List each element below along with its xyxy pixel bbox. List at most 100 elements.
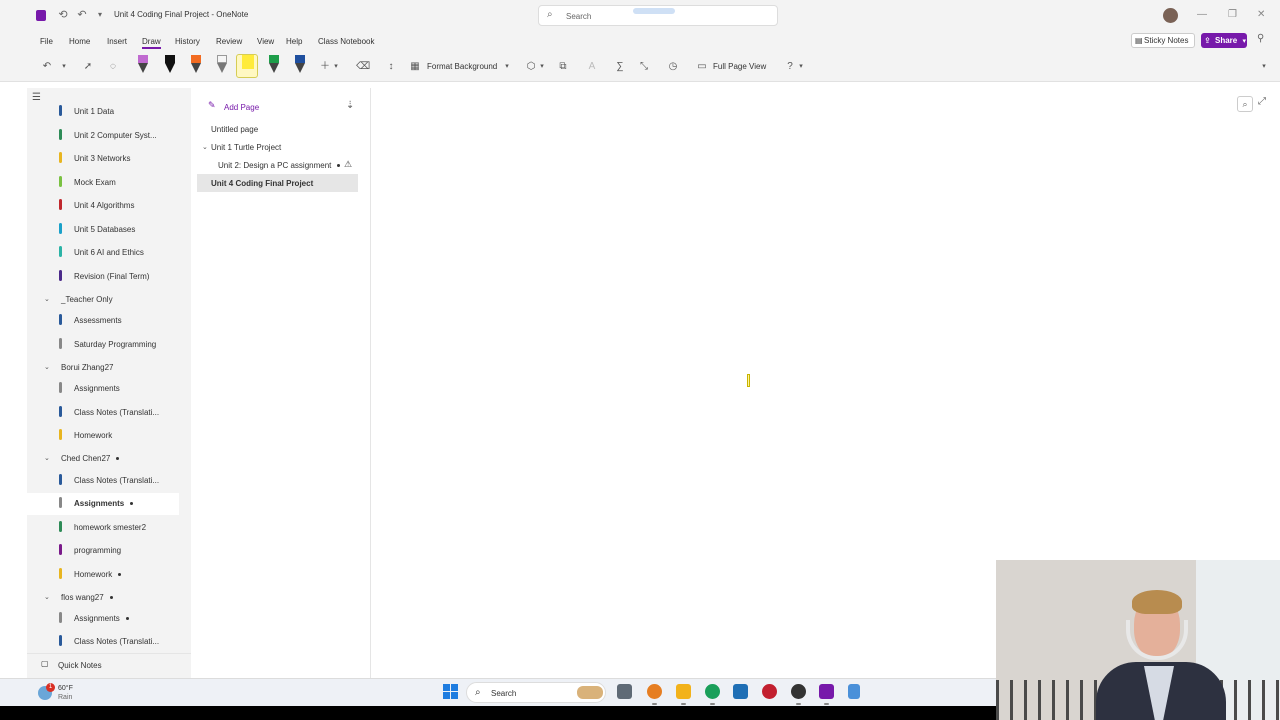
back-icon[interactable]: ⟲ xyxy=(56,8,70,22)
taskbar-search[interactable]: ⌕ Search xyxy=(466,682,606,703)
pen-orange-icon[interactable] xyxy=(191,55,201,77)
onenote-taskbar-icon[interactable] xyxy=(819,684,834,705)
ink-replay-icon[interactable]: ◷ xyxy=(666,58,680,76)
shapes-icon[interactable]: ⬡ xyxy=(524,58,538,76)
task-view-icon[interactable] xyxy=(617,684,632,699)
section-assignments[interactable]: Assignments xyxy=(27,378,179,400)
highlighter-yellow-icon[interactable] xyxy=(236,54,258,78)
section-mock-exam[interactable]: Mock Exam xyxy=(27,172,179,194)
chrome-icon[interactable] xyxy=(791,684,806,705)
menu-class-notebook[interactable]: Class Notebook xyxy=(318,37,374,46)
quick-notes[interactable]: ▢ Quick Notes xyxy=(27,653,191,673)
menu-draw[interactable]: Draw xyxy=(142,37,161,49)
menu-history[interactable]: History xyxy=(175,37,200,46)
full-page-view-icon[interactable]: ▭ xyxy=(695,58,709,76)
menu-home[interactable]: Home xyxy=(69,37,90,46)
shapes-dropdown-icon[interactable]: ▾ xyxy=(538,58,546,76)
section-programming[interactable]: programming xyxy=(27,540,179,562)
close-icon[interactable]: ✕ xyxy=(1257,9,1265,20)
lasso-select-icon[interactable]: ◌ xyxy=(106,58,120,76)
presenter-hair xyxy=(1132,590,1182,614)
section-homework[interactable]: Homework xyxy=(27,564,179,586)
search-box[interactable]: ⌕ Search xyxy=(538,5,778,26)
section-group-teacher-only[interactable]: ⌄ _Teacher Only xyxy=(27,289,177,309)
select-cursor-icon[interactable]: ➚ xyxy=(81,58,95,76)
undo-icon[interactable]: ↶ xyxy=(75,8,89,22)
section-group-flos-wang27[interactable]: ⌄ flos wang27 xyxy=(27,587,177,607)
section-class-notes-translation[interactable]: Class Notes (Translati... xyxy=(27,402,179,424)
page-unit-1-turtle-project[interactable]: ⌄ Unit 1 Turtle Project xyxy=(197,138,358,156)
copilot-icon[interactable] xyxy=(647,684,662,705)
zoom-search-icon[interactable]: ⌕ xyxy=(1237,96,1253,112)
ribbon-collapse-icon[interactable]: ▾ xyxy=(1259,58,1269,76)
insert-space-icon[interactable]: ↕ xyxy=(384,58,398,76)
undo-dropdown-icon[interactable]: ▾ xyxy=(60,58,68,76)
section-unit-4-algorithms[interactable]: Unit 4 Algorithms xyxy=(27,195,179,217)
menu-view[interactable]: View xyxy=(257,37,274,46)
account-avatar[interactable] xyxy=(1163,8,1178,23)
undo-icon[interactable]: ↶ xyxy=(40,58,54,76)
section-unit-6-ai-and-ethics[interactable]: Unit 6 AI and Ethics xyxy=(27,242,179,264)
app-blue-icon[interactable] xyxy=(848,684,860,699)
format-background-icon[interactable]: ▦ xyxy=(408,58,422,76)
full-page-view-label[interactable]: Full Page View xyxy=(713,62,766,71)
sort-pages-icon[interactable]: ⇣ xyxy=(346,100,354,111)
menu-help[interactable]: Help xyxy=(286,37,302,46)
section-group-borui-zhang27[interactable]: ⌄ Borui Zhang27 xyxy=(27,357,177,377)
page-unit-4-coding-final-project[interactable]: Unit 4 Coding Final Project xyxy=(197,174,358,192)
format-background-dropdown-icon[interactable]: ▾ xyxy=(503,58,511,76)
pen-pink-icon[interactable] xyxy=(138,55,148,77)
section-class-notes-translation[interactable]: Class Notes (Translati... xyxy=(27,631,179,653)
menu-insert[interactable]: Insert xyxy=(107,37,127,46)
section-assessments[interactable]: Assessments xyxy=(27,310,179,332)
pen-white-cap xyxy=(217,55,227,63)
quick-access-dropdown-icon[interactable]: ▾ xyxy=(93,8,107,22)
start-tile xyxy=(451,692,458,699)
pen-green-icon[interactable] xyxy=(269,55,279,77)
pen-orange-tip xyxy=(191,63,201,73)
pen-white-icon[interactable] xyxy=(217,55,227,77)
menu-review[interactable]: Review xyxy=(216,37,242,46)
expand-icon[interactable]: ⤢ xyxy=(1258,96,1266,107)
pin-ribbon-icon[interactable]: ⚲ xyxy=(1257,33,1264,44)
section-unit-3-networks[interactable]: Unit 3 Networks xyxy=(27,148,179,170)
pen-black-icon[interactable] xyxy=(165,55,175,77)
sticky-notes-button[interactable]: ▤ Sticky Notes xyxy=(1131,33,1195,48)
minimize-icon[interactable]: — xyxy=(1197,9,1207,20)
page-untitled[interactable]: Untitled page xyxy=(197,120,358,138)
add-pen-icon[interactable]: ＋ xyxy=(318,58,332,76)
section-homework[interactable]: Homework xyxy=(27,425,179,447)
section-unit-1-data[interactable]: Unit 1 Data xyxy=(27,101,179,123)
format-background-label[interactable]: Format Background xyxy=(427,62,497,71)
ink-to-shape-icon[interactable]: ⧉ xyxy=(556,58,570,76)
restore-icon[interactable]: ❐ xyxy=(1228,9,1237,20)
rotate-icon[interactable]: ⤡ xyxy=(637,58,651,76)
section-class-notes-translation[interactable]: Class Notes (Translati... xyxy=(27,470,179,492)
section-homework-smester2[interactable]: homework smester2 xyxy=(27,517,179,539)
page-unit-2-design-a-pc-assignment[interactable]: Unit 2: Design a PC assignment ⚠ xyxy=(197,156,358,174)
chevron-down-icon: ⌄ xyxy=(44,594,50,601)
store-icon[interactable] xyxy=(733,684,748,699)
share-button[interactable]: ⇪ Share ▾ xyxy=(1201,33,1247,48)
help-dropdown-icon[interactable]: ▾ xyxy=(797,58,805,76)
file-explorer-icon[interactable] xyxy=(676,684,691,705)
section-assignments[interactable]: Assignments xyxy=(27,608,179,630)
chevron-down-icon[interactable]: ⌄ xyxy=(202,143,208,151)
ink-to-math-icon[interactable]: ∑ xyxy=(613,58,627,76)
pen-blue-icon[interactable] xyxy=(295,55,305,77)
windows-start-icon[interactable] xyxy=(443,684,458,699)
section-unit-5-databases[interactable]: Unit 5 Databases xyxy=(27,219,179,241)
app-red-icon[interactable] xyxy=(762,684,777,699)
section-unit-2-computer-systems[interactable]: Unit 2 Computer Syst... xyxy=(27,125,179,147)
section-revision-final-term[interactable]: Revision (Final Term) xyxy=(27,266,179,288)
help-icon[interactable]: ? xyxy=(783,58,797,76)
menu-file[interactable]: File xyxy=(40,37,53,46)
edge-browser-icon[interactable] xyxy=(705,684,720,705)
section-group-ched-chen27[interactable]: ⌄ Ched Chen27 xyxy=(27,448,177,468)
weather-widget[interactable]: 1 60°F Rain xyxy=(38,683,98,703)
eraser-icon[interactable]: ⌫ xyxy=(356,58,370,76)
section-assignments-active[interactable]: Assignments xyxy=(27,493,179,515)
add-pen-dropdown-icon[interactable]: ▾ xyxy=(332,58,340,76)
add-page-button[interactable]: ✎ Add Page xyxy=(200,98,264,114)
section-saturday-programming[interactable]: Saturday Programming xyxy=(27,334,179,356)
